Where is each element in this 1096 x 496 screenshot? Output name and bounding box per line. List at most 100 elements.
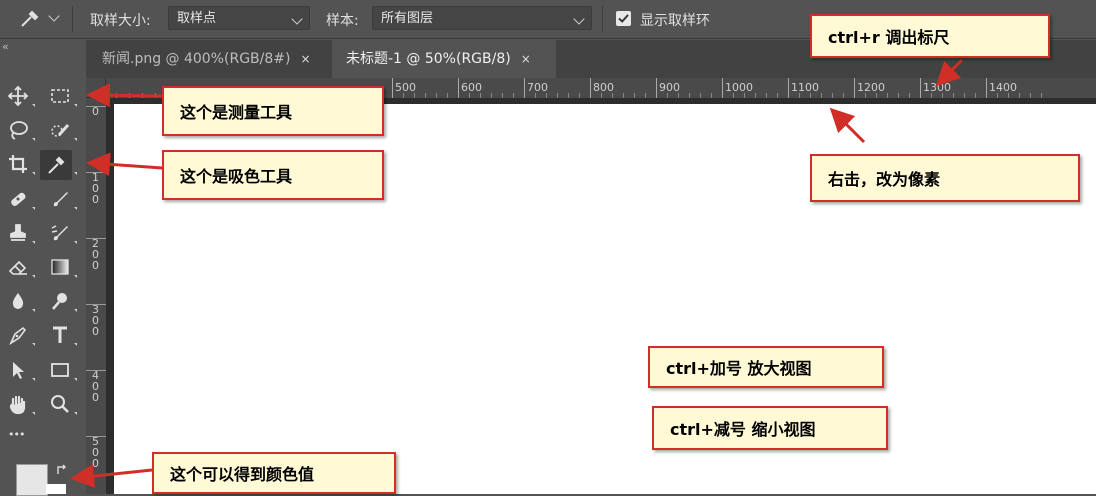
tool-flyout-indicator <box>32 206 35 210</box>
vertical-ruler[interactable]: 0 1 0 0 2 0 0 3 0 0 4 0 0 5 0 0 <box>86 98 107 494</box>
ruler-major-tick <box>86 436 106 437</box>
close-icon[interactable]: × <box>300 40 310 78</box>
ruler-tick-label: 500 <box>395 81 416 94</box>
zoom-in-text: ctrl+加号 放大视图 <box>666 359 812 378</box>
rectangle-icon[interactable] <box>46 356 74 384</box>
sample-size-value: 取样点 <box>177 11 217 26</box>
ruler-shortcut-text: ctrl+r 调出标尺 <box>828 28 950 47</box>
measure-tool-text: 这个是测量工具 <box>180 103 293 122</box>
ruler-tick-label: 0 <box>92 105 99 118</box>
show-ring-checkbox[interactable] <box>616 11 631 26</box>
ruler-tick-label: 800 <box>593 81 614 94</box>
tab-label: 新闻.png @ 400%(RGB/8#) <box>102 51 291 67</box>
path-select-icon[interactable] <box>4 356 32 384</box>
show-ring-label: 显示取样环 <box>640 13 710 29</box>
ruler-tick-label: 600 <box>461 81 482 94</box>
marquee-icon[interactable] <box>46 82 74 110</box>
ruler-tick-label: 1 0 0 <box>92 171 99 206</box>
tool-flyout-indicator <box>74 240 77 244</box>
tool-flyout-indicator <box>32 275 35 278</box>
ruler-major-tick <box>86 238 106 239</box>
ruler-shortcut-callout: ctrl+r 调出标尺 <box>810 14 1050 58</box>
ruler-tick-label: 1300 <box>923 81 951 94</box>
ruler-tick-label: 4 0 0 <box>92 369 99 404</box>
ruler-major-tick <box>656 78 657 98</box>
swap-colors-icon[interactable] <box>56 461 68 474</box>
ruler-tick-label: 1100 <box>791 81 819 94</box>
zoom-out-callout: ctrl+减号 缩小视图 <box>652 406 888 450</box>
pen-icon[interactable] <box>4 321 32 349</box>
eyedropper-tool-callout: 这个是吸色工具 <box>162 150 384 200</box>
chevron-down-icon[interactable] <box>48 10 60 22</box>
right-click-text: 右击，改为像素 <box>828 170 941 189</box>
eyedropper-tool-text: 这个是吸色工具 <box>180 167 293 186</box>
sample-dropdown[interactable]: 所有图层 <box>372 6 592 30</box>
background-color-swatch[interactable] <box>46 484 66 494</box>
chevron-down-icon <box>573 13 585 25</box>
right-click-callout: 右击，改为像素 <box>810 154 1080 202</box>
collapse-toolbox-icon[interactable]: « <box>2 40 9 53</box>
tab-label: 未标题-1 @ 50%(RGB/8) <box>346 51 511 67</box>
ruler-major-tick <box>86 370 106 371</box>
type-icon[interactable] <box>46 321 74 349</box>
eyedropper-tool-preset-icon[interactable] <box>18 9 40 29</box>
ruler-major-tick <box>854 78 855 98</box>
tool-flyout-indicator <box>74 104 77 107</box>
zoom-out-text: ctrl+减号 缩小视图 <box>670 420 816 439</box>
tool-flyout-indicator <box>32 138 35 142</box>
sample-size-label: 取样大小: <box>90 13 151 29</box>
hand-icon[interactable] <box>4 390 32 418</box>
quick-select-icon[interactable] <box>46 116 74 144</box>
separator <box>602 6 603 32</box>
tool-flyout-indicator <box>32 240 35 244</box>
ruler-tick-label: 5 0 0 <box>92 435 99 470</box>
healing-brush-icon[interactable] <box>4 185 32 213</box>
close-icon[interactable]: × <box>521 40 531 78</box>
tool-flyout-indicator <box>74 275 77 278</box>
tool-flyout-indicator <box>74 377 77 381</box>
ruler-major-tick <box>986 78 987 98</box>
ruler-tick-label: 3 0 0 <box>92 303 99 338</box>
tab-untitled-1[interactable]: 未标题-1 @ 50%(RGB/8) × <box>332 40 556 78</box>
dodge-icon[interactable] <box>46 287 74 315</box>
ruler-tick-label: 1000 <box>725 81 753 94</box>
tab-news-png[interactable]: 新闻.png @ 400%(RGB/8#) × <box>88 40 332 78</box>
clone-stamp-icon[interactable] <box>4 219 32 247</box>
ruler-major-tick <box>392 78 393 98</box>
history-brush-icon[interactable] <box>46 219 74 247</box>
ruler-major-tick <box>86 304 106 305</box>
foreground-color-swatch[interactable] <box>16 464 48 496</box>
gradient-icon[interactable] <box>46 253 74 281</box>
ruler-major-tick <box>524 78 525 98</box>
sample-size-dropdown[interactable]: 取样点 <box>168 6 310 30</box>
ruler-major-tick <box>722 78 723 98</box>
ruler-tick-label: 1400 <box>989 81 1017 94</box>
tool-flyout-indicator <box>74 343 77 347</box>
ruler-corner[interactable] <box>86 78 106 98</box>
tool-flyout-indicator <box>74 309 77 313</box>
brush-icon[interactable] <box>46 185 74 213</box>
ruler-major-tick <box>458 78 459 98</box>
lasso-icon[interactable] <box>4 116 32 144</box>
tool-flyout-indicator <box>74 206 77 210</box>
eyedropper-icon[interactable] <box>40 150 72 181</box>
tool-flyout-indicator <box>74 172 77 176</box>
ruler-tick-label: 2 0 0 <box>92 237 99 272</box>
zoom-in-callout: ctrl+加号 放大视图 <box>648 346 884 388</box>
sample-label: 样本: <box>326 13 359 29</box>
tool-flyout-indicator <box>32 411 35 415</box>
move-icon[interactable] <box>4 82 32 110</box>
more-tools-icon[interactable]: ••• <box>8 428 25 441</box>
zoom-icon[interactable] <box>46 390 74 418</box>
sample-value: 所有图层 <box>381 11 434 26</box>
checkmark-icon <box>618 14 629 23</box>
ruler-tick-label: 700 <box>527 81 548 94</box>
tool-flyout-indicator <box>74 138 77 142</box>
eraser-icon[interactable] <box>4 253 32 281</box>
color-value-callout: 这个可以得到颜色值 <box>152 452 396 494</box>
blur-icon[interactable] <box>4 287 32 315</box>
ruler-tick-label: 1200 <box>857 81 885 94</box>
crop-icon[interactable] <box>4 150 32 178</box>
ruler-major-tick <box>920 78 921 98</box>
tool-flyout-indicator <box>74 411 77 415</box>
